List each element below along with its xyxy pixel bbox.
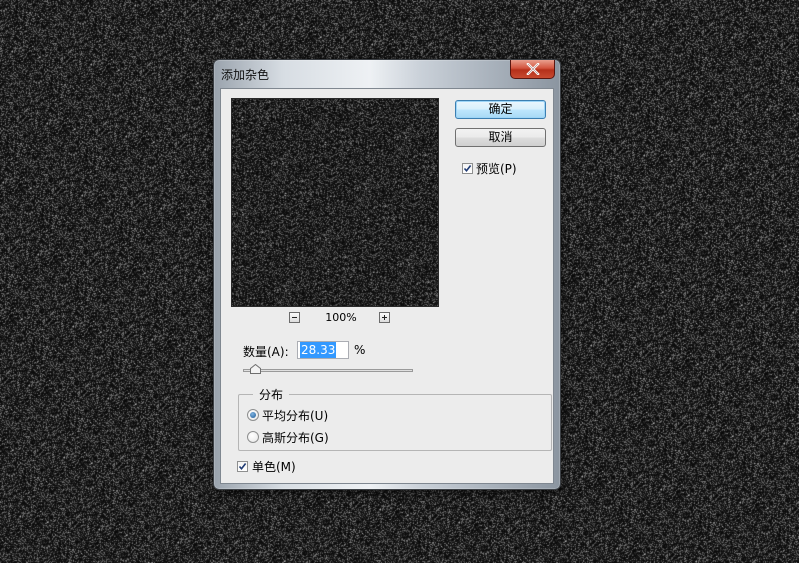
radio-selected-dot <box>250 412 256 418</box>
amount-slider-thumb[interactable] <box>250 364 261 374</box>
zoom-in-button[interactable] <box>379 312 390 323</box>
gaussian-radio[interactable] <box>247 431 259 443</box>
preview-image <box>232 99 438 306</box>
monochromatic-checkbox-label[interactable]: 单色(M) <box>252 458 296 475</box>
amount-slider-track[interactable] <box>243 369 413 372</box>
zoom-out-button[interactable] <box>289 312 300 323</box>
uniform-radio-label[interactable]: 平均分布(U) <box>262 407 328 424</box>
preview-checkbox[interactable] <box>462 163 473 174</box>
close-button[interactable] <box>510 60 555 79</box>
plus-icon <box>382 315 387 320</box>
cancel-button[interactable]: 取消 <box>455 128 546 147</box>
checkmark-icon <box>238 463 247 471</box>
zoom-level: 100% <box>325 311 357 324</box>
preview-checkbox-label[interactable]: 预览(P) <box>476 160 517 177</box>
monochromatic-checkbox[interactable] <box>237 461 248 472</box>
amount-value: 28.33 <box>300 342 337 358</box>
checkmark-icon <box>463 165 472 173</box>
dialog-body: 100% 确定 取消 预览(P) 数量(A): 28.33 % 分布 平均分布(… <box>220 88 554 484</box>
amount-unit: % <box>354 343 366 357</box>
minus-icon <box>292 317 297 318</box>
amount-label: 数量(A): <box>243 345 289 359</box>
uniform-radio[interactable] <box>247 409 259 421</box>
amount-input[interactable]: 28.33 <box>297 341 349 359</box>
add-noise-dialog: 添加杂色 100% 确定 取消 预览(P) 数量(A): 28.33 % 分布 … <box>213 59 561 490</box>
preview-pane[interactable] <box>231 98 439 307</box>
dialog-title: 添加杂色 <box>221 68 270 82</box>
title-bar[interactable]: 添加杂色 <box>214 60 560 88</box>
distribution-legend: 分布 <box>253 386 290 403</box>
ok-button[interactable]: 确定 <box>455 100 546 119</box>
gaussian-radio-label[interactable]: 高斯分布(G) <box>262 429 329 446</box>
close-icon <box>526 63 540 75</box>
